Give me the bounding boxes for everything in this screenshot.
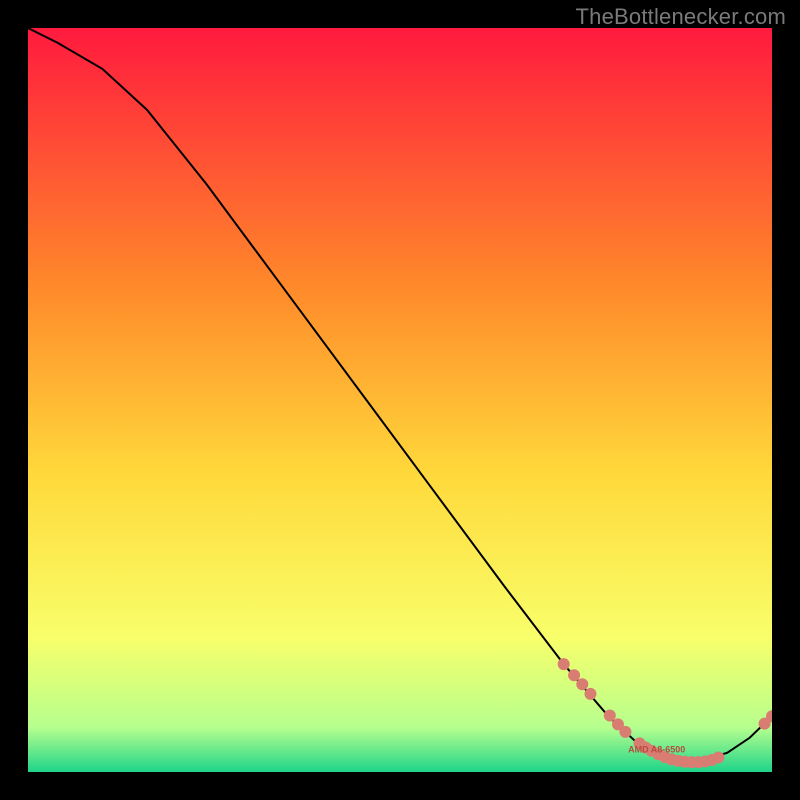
data-point	[604, 709, 616, 721]
watermark-text: TheBottlenecker.com	[576, 4, 786, 30]
data-point	[619, 726, 631, 738]
data-point	[576, 678, 588, 690]
data-point	[584, 688, 596, 700]
series-label: AMD A8-6500	[628, 745, 685, 755]
data-point	[712, 751, 724, 763]
data-point	[568, 669, 580, 681]
chart-container: TheBottlenecker.com AMD A8-6500	[0, 0, 800, 800]
data-point	[558, 658, 570, 670]
gradient-background	[28, 28, 772, 772]
bottleneck-chart: AMD A8-6500	[28, 28, 772, 772]
